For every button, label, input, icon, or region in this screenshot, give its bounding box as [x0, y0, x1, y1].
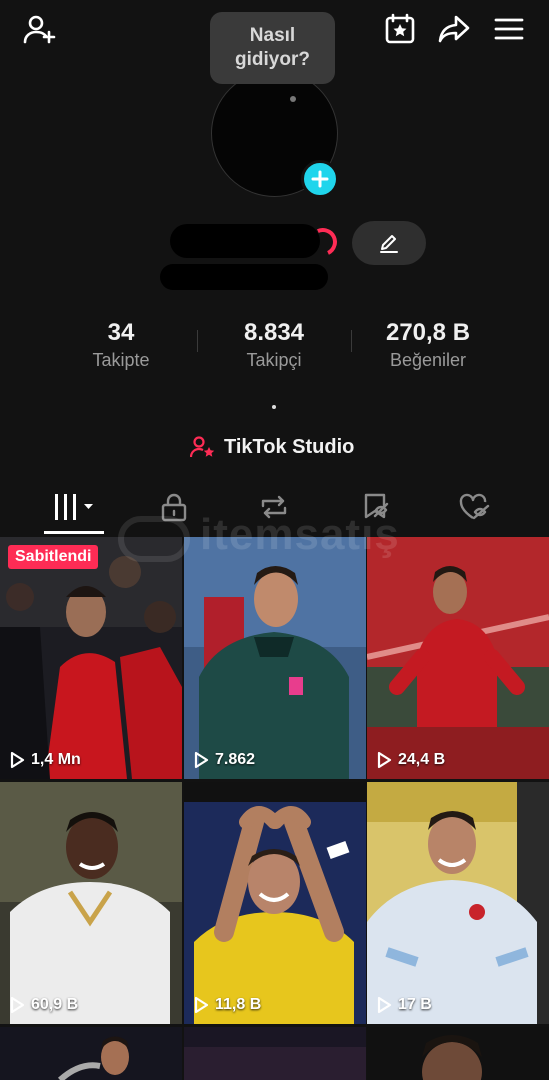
video-thumbnail[interactable]: [367, 1027, 549, 1080]
video-thumbnail[interactable]: 60,9 B: [0, 782, 182, 1024]
heart-hidden-icon: [459, 493, 490, 520]
view-count: 11,8 B: [193, 996, 261, 1014]
followers-count: 8.834: [243, 319, 305, 346]
share-icon[interactable]: [435, 10, 473, 48]
bio-text: .: [272, 405, 276, 409]
tab-videos[interactable]: [20, 484, 130, 530]
video-grid: Sabitlendi 1,4 Mn 7.862 24,4 B 60,9 B 11…: [0, 537, 549, 1080]
video-thumbnail[interactable]: [184, 1027, 366, 1080]
thumbnail-image: [0, 537, 182, 779]
play-icon: [10, 751, 25, 769]
video-thumbnail[interactable]: 7.862: [184, 537, 366, 779]
pinned-badge: Sabitlendi: [8, 545, 99, 569]
hamburger-menu-icon[interactable]: [490, 10, 528, 48]
play-icon: [194, 751, 209, 769]
video-thumbnail[interactable]: Sabitlendi 1,4 Mn: [0, 537, 182, 779]
thumbnail-image: [0, 1027, 182, 1080]
video-thumbnail[interactable]: 17 B: [367, 782, 549, 1024]
view-count: 17 B: [376, 996, 432, 1014]
redacted-handle: [160, 264, 328, 290]
view-count: 1,4 Mn: [9, 751, 81, 769]
view-count-label: 1,4 Mn: [31, 751, 81, 768]
view-count-label: 24,4 B: [398, 751, 446, 768]
likes-count: 270,8 B: [385, 319, 471, 346]
tab-liked[interactable]: [420, 484, 530, 530]
status-dot: [290, 96, 296, 102]
play-icon: [377, 996, 392, 1014]
thumbnail-image: [184, 782, 366, 1024]
followers-label: Takipçi: [246, 350, 302, 370]
stat-divider: [351, 330, 352, 352]
calendar-star-icon[interactable]: [381, 10, 419, 48]
following-stat[interactable]: 34 Takipte: [46, 318, 196, 372]
pencil-icon: [380, 235, 398, 253]
plus-icon: [311, 170, 329, 188]
thumbnail-image: [367, 537, 549, 779]
add-avatar-button[interactable]: [301, 160, 339, 198]
video-thumbnail[interactable]: 24,4 B: [367, 537, 549, 779]
following-label: Takipte: [92, 350, 150, 370]
video-thumbnail[interactable]: 11,8 B: [184, 782, 366, 1024]
tiktok-studio-link[interactable]: TikTok Studio: [190, 433, 354, 461]
likes-stat[interactable]: 270,8 B Beğeniler: [353, 318, 503, 372]
active-tab-indicator: [44, 531, 104, 534]
edit-profile-button[interactable]: [352, 221, 426, 265]
status-bubble[interactable]: Nasıl gidiyor?: [210, 12, 335, 84]
video-thumbnail[interactable]: [0, 1027, 182, 1080]
grid-icon: [55, 494, 93, 520]
followers-stat[interactable]: 8.834 Takipçi: [199, 318, 349, 372]
studio-label: TikTok Studio: [224, 435, 355, 458]
view-count: 24,4 B: [376, 751, 445, 769]
person-star-icon: [190, 436, 215, 458]
play-icon: [10, 996, 25, 1014]
thumbnail-image: [184, 537, 366, 779]
watermark-text: itemsatış: [200, 510, 400, 559]
view-count-label: 60,9 B: [31, 996, 79, 1013]
thumbnail-image: [367, 782, 549, 1024]
stat-divider: [197, 330, 198, 352]
view-count-label: 11,8 B: [215, 996, 262, 1013]
thumbnail-image: [0, 782, 182, 1024]
following-count: 34: [107, 319, 135, 346]
thumbnail-image: [367, 1027, 549, 1080]
play-icon: [377, 751, 392, 769]
thumbnail-image: [184, 1027, 366, 1080]
person-add-icon[interactable]: [20, 10, 58, 48]
redacted-username: [170, 224, 320, 258]
view-count-label: 7.862: [215, 751, 256, 768]
play-icon: [194, 996, 209, 1014]
likes-label: Beğeniler: [389, 350, 467, 370]
view-count: 60,9 B: [9, 996, 78, 1014]
watermark-logo: [118, 516, 190, 562]
profile-stats: 34 Takipte 8.834 Takipçi 270,8 B Beğenil…: [0, 318, 549, 378]
view-count-label: 17 B: [398, 996, 432, 1013]
view-count: 7.862: [193, 751, 255, 769]
